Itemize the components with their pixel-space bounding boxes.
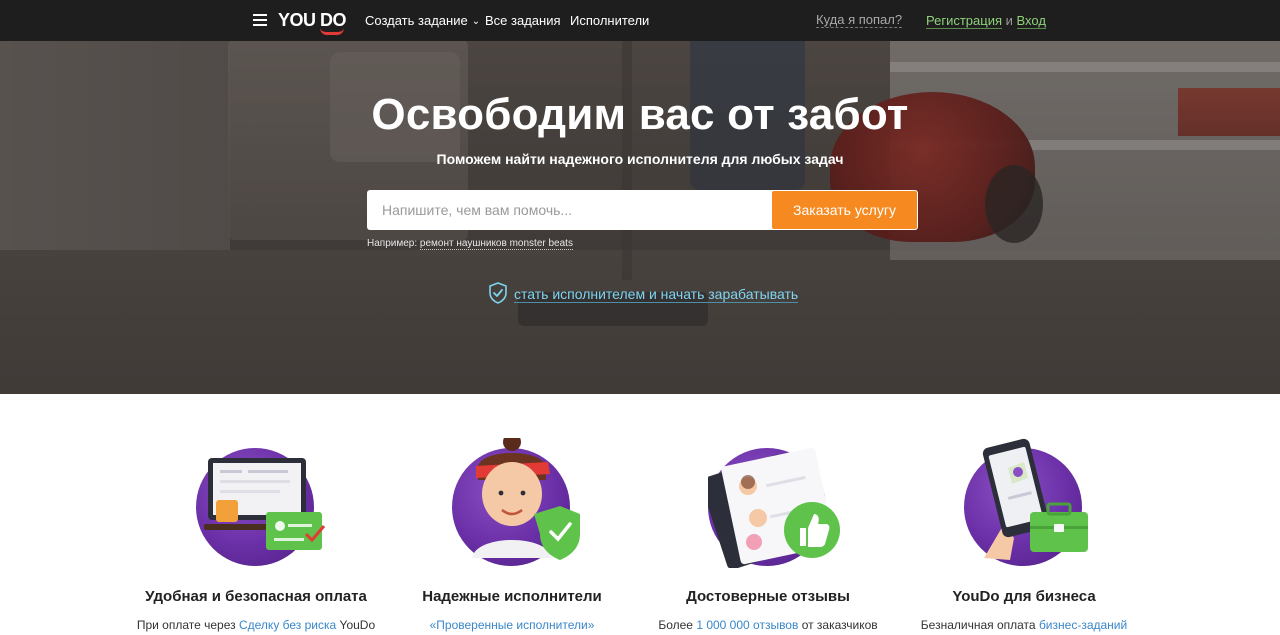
hero-banner: Освободим вас от забот Поможем найти над… bbox=[0, 0, 1280, 394]
nav-create-task[interactable]: Создать задание ⌄ bbox=[365, 13, 480, 28]
example-prefix: Например: bbox=[367, 238, 418, 249]
performer-illustration bbox=[452, 438, 580, 566]
feature-title: Достоверные отзывы bbox=[686, 588, 850, 605]
search-input[interactable] bbox=[367, 190, 772, 230]
safe-deal-link[interactable]: Сделку без риска bbox=[239, 618, 336, 632]
auth-links: Регистрация и Вход bbox=[926, 13, 1046, 29]
logo-smile-icon bbox=[320, 28, 344, 35]
feature-desc-text: При оплате через bbox=[136, 618, 239, 632]
feature-desc-text: Более bbox=[658, 618, 697, 632]
become-performer-label: стать исполнителем и начать зарабатывать bbox=[514, 286, 799, 303]
logo[interactable]: YOU DO bbox=[278, 8, 347, 35]
search-bar: Заказать услугу bbox=[367, 190, 918, 230]
feature-desc-text: YouDo bbox=[336, 618, 376, 632]
logo-text: YOU DO bbox=[278, 10, 347, 30]
feature-desc: «Проверенные исполнители» bbox=[384, 618, 640, 632]
feature-desc-text: от заказчиков bbox=[798, 618, 878, 632]
verified-performers-link[interactable]: «Проверенные исполнители» bbox=[430, 618, 595, 632]
nav-create-task-label: Создать задание bbox=[365, 13, 468, 28]
feature-title: Надежные исполнители bbox=[422, 588, 602, 605]
nav-all-tasks[interactable]: Все задания bbox=[485, 13, 561, 28]
feature-desc: При оплате через Сделку без риска YouDo bbox=[128, 618, 384, 632]
shield-check-icon bbox=[488, 281, 514, 309]
business-tasks-link[interactable]: бизнес-заданий bbox=[1039, 618, 1127, 632]
order-service-button[interactable]: Заказать услугу bbox=[772, 191, 917, 229]
feature-desc: Более 1 000 000 отзывов от заказчиков bbox=[640, 618, 896, 632]
chevron-down-icon: ⌄ bbox=[471, 16, 481, 27]
reviews-link[interactable]: 1 000 000 отзывов bbox=[696, 618, 798, 632]
feature-title: Удобная и безопасная оплата bbox=[145, 588, 367, 605]
login-link[interactable]: Вход bbox=[1016, 13, 1046, 29]
feature-title: YouDo для бизнеса bbox=[952, 588, 1096, 605]
feature-desc: Безналичная оплата бизнес-заданий bbox=[896, 618, 1152, 632]
where-am-i-link[interactable]: Куда я попал? bbox=[816, 13, 903, 28]
register-link[interactable]: Регистрация bbox=[926, 13, 1002, 29]
features-section: Удобная и безопасная оплата При оплате ч… bbox=[0, 394, 1280, 635]
top-navbar: YOU DO Создать задание ⌄ Все задания Испо… bbox=[0, 0, 1280, 41]
business-illustration bbox=[964, 438, 1088, 566]
auth-separator: и bbox=[1005, 13, 1013, 28]
menu-icon[interactable] bbox=[253, 14, 267, 26]
become-performer-link[interactable]: стать исполнителем и начать зарабатывать bbox=[488, 281, 799, 309]
feature-desc-text: Безналичная оплата bbox=[920, 618, 1039, 632]
payment-illustration bbox=[196, 438, 326, 566]
example-link[interactable]: ремонт наушников monster beats bbox=[419, 238, 573, 250]
reviews-illustration bbox=[708, 438, 840, 568]
nav-performers[interactable]: Исполнители bbox=[570, 13, 649, 28]
page-subtitle: Поможем найти надежного исполнителя для … bbox=[436, 151, 844, 167]
search-example: Например: ремонт наушников monster beats bbox=[367, 238, 573, 250]
page-title: Освободим вас от забот bbox=[371, 90, 909, 139]
